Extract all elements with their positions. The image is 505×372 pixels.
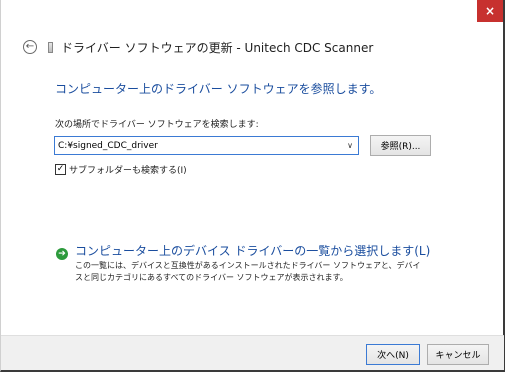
device-icon (48, 41, 53, 53)
dropdown-arrow-icon[interactable]: ∨ (342, 137, 358, 154)
arrow-right-icon: ➔ (58, 248, 66, 259)
checkmark-icon: ✓ (56, 164, 65, 174)
pick-from-list-link[interactable]: コンピューター上のデバイス ドライバーの一覧から選択します(L) (75, 242, 430, 259)
title-bar: ← ドライバー ソフトウェアの更新 - Unitech CDC Scanner (23, 38, 373, 56)
back-button[interactable]: ← (23, 40, 37, 54)
next-button[interactable]: 次へ(N) (366, 344, 420, 365)
pick-from-list-description: この一覧には、デバイスと互換性があるインストールされたドライバー ソフトウェアと… (75, 261, 421, 282)
page-heading: コンピューター上のドライバー ソフトウェアを参照します。 (55, 82, 382, 96)
search-location-label: 次の場所でドライバー ソフトウェアを検索します: (55, 120, 259, 130)
button-bar: 次へ(N) キャンセル (1, 335, 504, 370)
include-subfolders-label[interactable]: サブフォルダーも検索する(I) (69, 163, 187, 176)
driver-update-window: × ← ドライバー ソフトウェアの更新 - Unitech CDC Scanne… (0, 0, 505, 372)
path-combobox[interactable]: ∨ (54, 136, 359, 155)
path-input[interactable] (55, 137, 342, 154)
green-arrow-icon[interactable]: ➔ (56, 248, 68, 260)
include-subfolders-option[interactable]: ✓ サブフォルダーも検索する(I) (55, 163, 187, 176)
back-arrow-icon: ← (25, 41, 35, 52)
window-title: ドライバー ソフトウェアの更新 - Unitech CDC Scanner (61, 40, 374, 55)
chevron-down-icon: ∨ (347, 141, 353, 150)
cancel-button[interactable]: キャンセル (427, 344, 489, 365)
close-button[interactable]: × (477, 0, 503, 22)
close-icon: × (484, 4, 496, 18)
include-subfolders-checkbox[interactable]: ✓ (55, 164, 66, 175)
browse-button[interactable]: 参照(R)... (370, 135, 431, 156)
